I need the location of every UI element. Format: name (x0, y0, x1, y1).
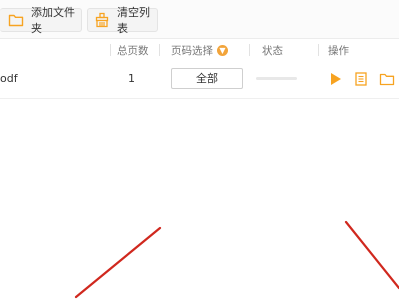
annotation-arrow-right (344, 220, 399, 290)
annotation-arrow-left (74, 226, 162, 299)
annotation-arrows (74, 220, 399, 299)
